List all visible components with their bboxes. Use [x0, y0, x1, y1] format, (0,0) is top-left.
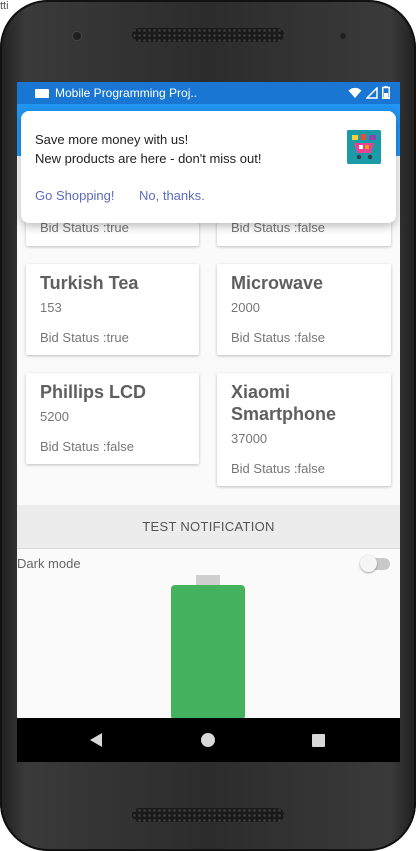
product-name: Microwave	[231, 273, 324, 293]
bottom-speaker	[132, 808, 284, 822]
shopping-cart-icon	[347, 130, 381, 164]
product-card[interactable]: Phillips LCD 5200 Bid Status :false	[26, 373, 199, 464]
product-price: 2000	[231, 300, 260, 315]
recents-icon[interactable]	[312, 734, 325, 747]
shopping-cart-image	[347, 130, 381, 164]
status-icons	[348, 86, 390, 99]
signal-icon	[366, 86, 378, 99]
notification-icon	[35, 88, 49, 98]
proximity-sensor	[340, 33, 346, 39]
product-price: 5200	[40, 409, 69, 424]
wifi-icon	[348, 87, 362, 98]
product-name: Turkish Tea	[40, 273, 139, 293]
product-bid-status: Bid Status :false	[231, 461, 325, 476]
product-name: Xiaomi Smartphone	[231, 382, 337, 424]
battery-status-icon	[382, 86, 390, 99]
notification-line-2: New products are here - don't miss out!	[35, 151, 262, 166]
status-bar: Mobile Programming Proj..	[17, 82, 400, 104]
product-card[interactable]: Microwave 2000 Bid Status :false	[217, 264, 391, 355]
dark-mode-switch[interactable]	[360, 555, 390, 572]
product-card[interactable]: Xiaomi Smartphone 37000 Bid Status :fals…	[217, 373, 391, 486]
no-thanks-button[interactable]: No, thanks.	[139, 188, 205, 203]
notification-popup[interactable]: Save more money with us! New products ar…	[21, 111, 396, 223]
product-price: 37000	[231, 431, 268, 446]
dark-mode-label: Dark mode	[17, 556, 81, 571]
switch-thumb	[360, 555, 377, 572]
status-bar-title: Mobile Programming Proj..	[55, 86, 198, 100]
product-price: 153	[40, 300, 62, 315]
test-notification-button[interactable]: TEST NOTIFICATION	[17, 505, 400, 549]
product-bid-status: Bid Status :true	[40, 330, 129, 345]
product-bid-status: Bid Status :false	[231, 330, 325, 345]
battery-level-indicator	[171, 585, 245, 720]
front-camera	[72, 31, 82, 41]
product-bid-status: Bid Status :false	[40, 439, 134, 454]
go-shopping-button[interactable]: Go Shopping!	[35, 188, 115, 203]
back-icon[interactable]	[90, 733, 102, 747]
home-icon[interactable]	[201, 733, 215, 747]
top-speaker	[132, 28, 284, 42]
product-name: Phillips LCD	[40, 382, 147, 402]
product-card[interactable]: Turkish Tea 153 Bid Status :true	[26, 264, 199, 355]
navigation-bar	[17, 718, 400, 762]
clipped-window-text: tti	[0, 0, 9, 12]
notification-line-1: Save more money with us!	[35, 132, 189, 147]
